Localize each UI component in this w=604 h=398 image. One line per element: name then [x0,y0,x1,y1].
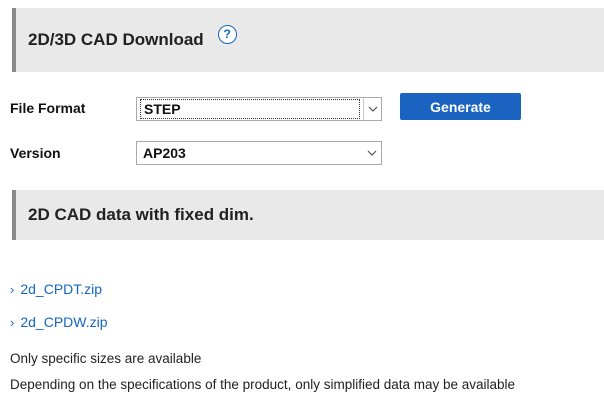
file-link-label: 2d_CPDT.zip [20,281,103,297]
cad-download-title: 2D/3D CAD Download [28,30,204,49]
version-label: Version [10,145,61,161]
cad-download-page: 2D/3D CAD Download ? File Format STEP Ge… [0,0,604,398]
fixed-dim-title: 2D CAD data with fixed dim. [28,205,254,224]
file-link-label: 2d_CPDW.zip [20,314,108,330]
file-link-2d-cpdt[interactable]: › 2d_CPDT.zip [10,281,102,297]
chevron-right-icon: › [10,281,15,297]
file-format-label: File Format [10,100,86,116]
file-format-focus-ring: STEP [140,99,360,119]
file-link-2d-cpdw[interactable]: › 2d_CPDW.zip [10,314,108,330]
file-format-value: STEP [144,101,181,117]
version-select[interactable]: AP203 [136,141,382,165]
availability-note: Only specific sizes are available [10,351,202,366]
fixed-dim-header: 2D CAD data with fixed dim. [12,190,604,240]
simplified-data-note: Depending on the specifications of the p… [10,377,516,392]
cad-download-header: 2D/3D CAD Download ? [12,8,604,72]
chevron-down-icon [363,98,381,120]
help-circle-icon[interactable]: ? [217,24,237,44]
chevron-down-icon [363,142,381,164]
chevron-right-icon: › [10,314,15,330]
version-value: AP203 [143,145,186,161]
generate-button[interactable]: Generate [400,93,521,120]
file-format-select[interactable]: STEP [136,97,382,121]
